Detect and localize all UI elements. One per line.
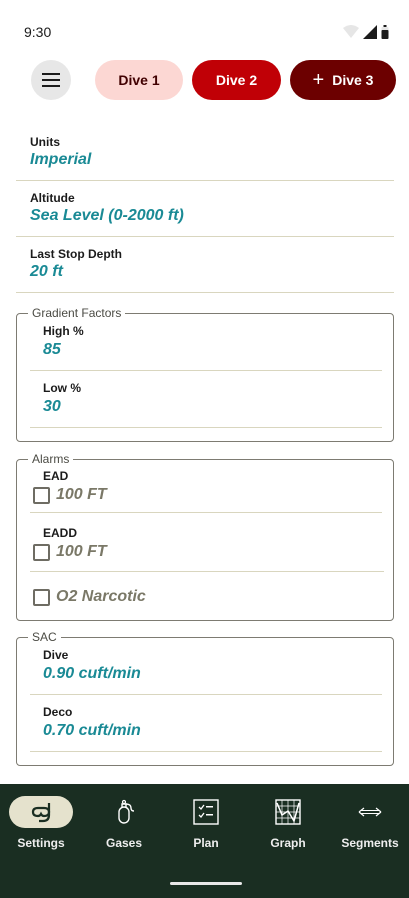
dive-2-label: Dive 2	[215, 72, 258, 88]
status-time: 9:30	[24, 24, 52, 40]
snorkel-mask-icon	[31, 803, 51, 823]
home-indicator[interactable]	[170, 882, 242, 885]
nav-gases-label: Gases	[105, 836, 143, 850]
nav-segments-indicator	[338, 796, 402, 828]
o2-narcotic-checkbox[interactable]	[33, 588, 50, 606]
nav-plan-indicator	[174, 796, 238, 828]
altitude-value: Sea Level (0-2000 ft)	[30, 207, 184, 224]
altitude-label: Altitude	[30, 191, 75, 205]
nav-gases-indicator	[92, 796, 156, 828]
units-field[interactable]: Units Imperial	[16, 123, 394, 181]
nav-settings-indicator	[9, 796, 73, 828]
last-stop-depth-value: 20 ft	[30, 263, 63, 280]
eadd-label: EADD	[43, 526, 78, 540]
ead-alarm-toggle[interactable]: 100 FT	[33, 486, 107, 504]
status-bar: 9:30	[0, 0, 409, 60]
sac-group: SAC Dive 0.90 cuft/min Deco 0.70 cuft/mi…	[16, 630, 394, 766]
gf-high-value: 85	[43, 341, 61, 358]
last-stop-depth-label: Last Stop Depth	[30, 247, 122, 261]
ead-checkbox[interactable]	[33, 486, 50, 504]
add-dive-3-chip[interactable]: + Dive 3	[290, 60, 396, 100]
nav-settings[interactable]: Settings	[0, 796, 82, 856]
nav-settings-label: Settings	[17, 836, 65, 850]
sac-dive-value: 0.90 cuft/min	[43, 665, 141, 682]
dive-1-chip[interactable]: Dive 1	[95, 60, 183, 100]
dive-3-label: Dive 3	[332, 72, 374, 88]
nav-gases[interactable]: Gases	[83, 796, 165, 856]
arrows-horizontal-icon	[358, 807, 382, 817]
plus-icon: +	[312, 69, 325, 91]
dive-2-chip[interactable]: Dive 2	[192, 60, 281, 100]
eadd-alarm-toggle[interactable]: 100 FT	[33, 543, 107, 561]
ead-label: EAD	[43, 469, 69, 483]
gf-low-field[interactable]: Low % 30	[30, 371, 382, 428]
o2-narcotic-label: O2 Narcotic	[56, 588, 146, 605]
o2-narcotic-toggle[interactable]: O2 Narcotic	[33, 588, 146, 606]
gf-high-label: High %	[43, 324, 84, 338]
menu-icon	[42, 73, 60, 87]
alarms-group: Alarms EAD 100 FT EADD 100 FT O2 Narcoti…	[16, 452, 394, 621]
altitude-field[interactable]: Altitude Sea Level (0-2000 ft)	[16, 181, 394, 237]
menu-button[interactable]	[31, 60, 71, 100]
wifi-icon	[343, 25, 359, 38]
sac-dive-field[interactable]: Dive 0.90 cuft/min	[30, 638, 382, 695]
ead-value: 100 FT	[56, 486, 107, 503]
graph-icon	[275, 799, 301, 825]
gas-tank-icon	[118, 799, 135, 824]
sac-dive-label: Dive	[43, 648, 69, 662]
gf-low-label: Low %	[43, 381, 81, 395]
checklist-icon	[193, 799, 219, 825]
top-bar: Dive 1 Dive 2 + Dive 3	[0, 60, 409, 100]
eadd-checkbox[interactable]	[33, 543, 50, 561]
status-icons	[343, 25, 389, 39]
nav-graph-label: Graph	[270, 836, 306, 850]
nav-plan[interactable]: Plan	[165, 796, 247, 856]
units-label: Units	[30, 135, 60, 149]
nav-segments-label: Segments	[341, 836, 399, 850]
last-stop-depth-field[interactable]: Last Stop Depth 20 ft	[16, 237, 394, 293]
eadd-value: 100 FT	[56, 543, 107, 560]
signal-icon	[363, 25, 377, 39]
sac-deco-field[interactable]: Deco 0.70 cuft/min	[30, 695, 382, 752]
sac-deco-value: 0.70 cuft/min	[43, 722, 141, 739]
sac-deco-label: Deco	[43, 705, 73, 719]
battery-icon	[381, 25, 389, 39]
gf-high-field[interactable]: High % 85	[30, 314, 382, 371]
nav-segments[interactable]: Segments	[329, 796, 409, 856]
units-value: Imperial	[30, 151, 92, 168]
nav-graph[interactable]: Graph	[247, 796, 329, 856]
bottom-navigation: Settings Gases Plan Graph Segments	[0, 784, 409, 898]
gradient-factors-group: Gradient Factors High % 85 Low % 30	[16, 306, 394, 442]
gf-low-value: 30	[43, 398, 61, 415]
nav-plan-label: Plan	[193, 836, 219, 850]
dive-1-label: Dive 1	[118, 72, 160, 88]
nav-graph-indicator	[256, 796, 320, 828]
